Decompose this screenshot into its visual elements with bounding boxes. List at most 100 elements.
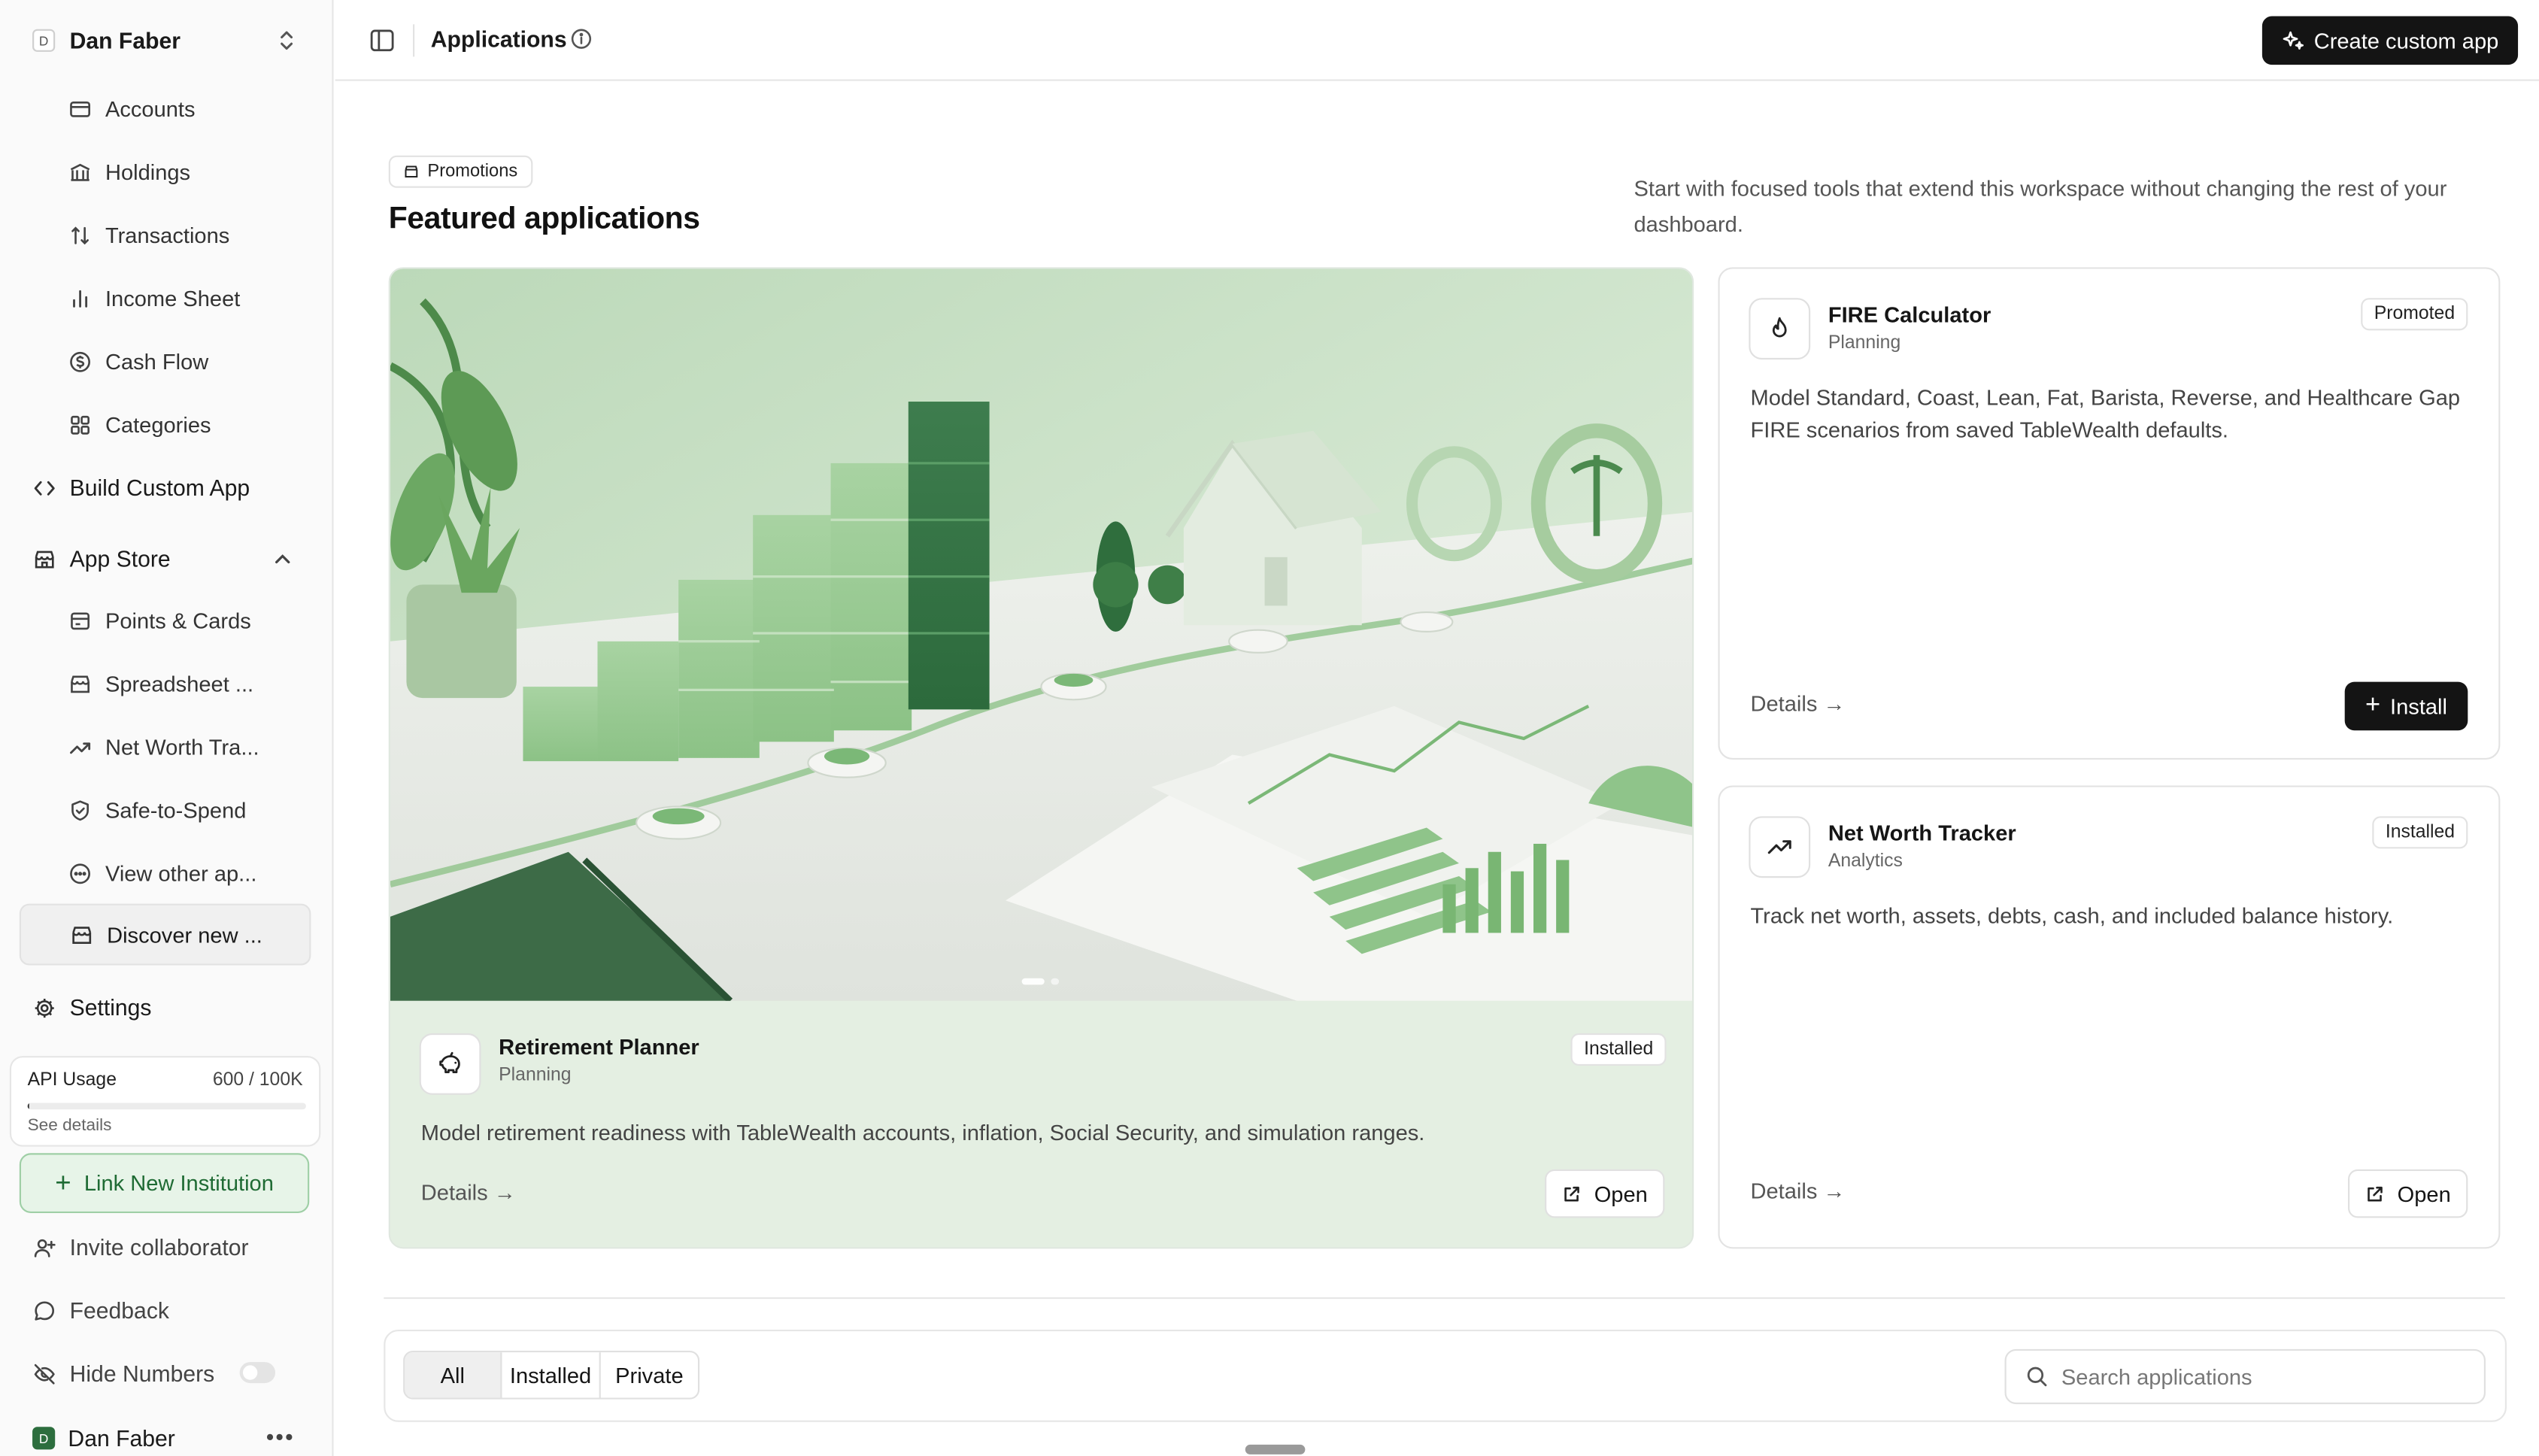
sidebar-item-points-cards[interactable]: Points & Cards (59, 596, 311, 645)
page-title: Applications (430, 26, 567, 52)
open-button-label: Open (2397, 1181, 2451, 1206)
filter-tab-installed[interactable]: Installed (502, 1352, 601, 1398)
trend-up-icon (1767, 840, 1791, 854)
dollar-circle-icon (70, 350, 91, 372)
top-header: Applications Create custom app (335, 0, 2539, 81)
app-category: Planning (1828, 333, 1901, 353)
search-box[interactable] (2004, 1348, 2486, 1405)
app-category: Analytics (1828, 851, 1903, 872)
app-card-fire-calculator[interactable]: FIRE Calculator Planning Promoted Model … (1718, 267, 2501, 760)
link-new-institution-button[interactable]: + Link New Institution (19, 1153, 310, 1213)
filter-segmented-control: All Installed Private (403, 1351, 700, 1400)
message-circle-icon (35, 1300, 55, 1320)
shield-check-icon (71, 799, 89, 821)
sidebar-item-label: Discover new ... (107, 922, 262, 947)
promotions-chip-label: Promotions (427, 162, 518, 182)
flame-icon (1772, 317, 1787, 338)
sidebar-item-transactions[interactable]: Transactions (59, 211, 311, 259)
search-input[interactable] (2061, 1364, 2467, 1389)
api-usage-card: API Usage 600 / 100K See details (9, 1056, 321, 1147)
sidebar-item-label: Safe-to-Spend (105, 797, 247, 822)
external-link-icon (2368, 1185, 2383, 1201)
external-link-icon (1565, 1185, 1580, 1201)
api-usage-title: API Usage (27, 1070, 117, 1090)
more-horizontal-icon[interactable]: ••• (266, 1424, 295, 1449)
sidebar-item-label: Feedback (69, 1297, 169, 1324)
sidebar-item-categories[interactable]: Categories (59, 400, 311, 449)
hero-illustration (390, 268, 1692, 1001)
app-description: Model Standard, Coast, Lean, Fat, Barist… (1750, 385, 2461, 441)
store-icon (72, 926, 92, 943)
sidebar-item-spreadsheet[interactable]: Spreadsheet ... (59, 659, 311, 708)
sidebar-toggle-icon[interactable] (368, 26, 397, 55)
details-link[interactable]: Details → (1751, 1179, 1846, 1203)
app-name: Net Worth Tracker (1828, 821, 2016, 846)
open-button-label: Open (1594, 1181, 1648, 1206)
credit-card-icon (70, 100, 91, 117)
sidebar-item-view-other-apps[interactable]: View other ap... (59, 848, 311, 897)
sidebar-item-label: Invite collaborator (69, 1233, 249, 1260)
status-badge: Installed (2372, 816, 2468, 849)
sidebar-item-discover-new[interactable]: Discover new ... (19, 903, 311, 966)
filter-tab-all[interactable]: All (405, 1352, 502, 1398)
scroll-handle[interactable] (1245, 1444, 1306, 1454)
app-name: Retirement Planner (499, 1035, 699, 1060)
store-icon (35, 550, 54, 568)
app-category: Planning (499, 1066, 572, 1085)
sidebar-item-label: Hide Numbers (69, 1360, 215, 1387)
create-custom-app-label: Create custom app (2313, 28, 2499, 53)
plus-icon: + (55, 1167, 71, 1199)
details-link[interactable]: Details → (1751, 692, 1846, 716)
install-button-label: Install (2390, 693, 2448, 719)
app-card-net-worth-tracker[interactable]: Net Worth Tracker Analytics Installed Tr… (1718, 785, 2501, 1249)
user-plus-icon (34, 1238, 56, 1257)
sidebar-item-holdings[interactable]: Holdings (59, 147, 311, 196)
sidebar-user-menu[interactable]: D Dan Faber ••• (20, 1414, 311, 1456)
open-button[interactable]: Open (2347, 1169, 2468, 1218)
sidebar-item-build-custom-app[interactable]: Build Custom App (20, 463, 311, 512)
grid-icon (71, 414, 89, 434)
carousel-indicator[interactable] (1021, 978, 1060, 985)
app-root: D Dan Faber Accounts Holdings Transactio… (0, 0, 2539, 1456)
sparkles-icon (2283, 31, 2304, 50)
workspace-switcher[interactable]: D Dan Faber (20, 17, 311, 65)
api-usage-count: 600 / 100K (212, 1070, 303, 1090)
chevron-up-icon (275, 554, 290, 564)
user-name: Dan Faber (68, 1425, 175, 1451)
section-description: Start with focused tools that extend thi… (1634, 176, 2447, 237)
featured-hero-card[interactable]: Retirement Planner Planning Installed Mo… (388, 267, 1694, 1249)
sidebar-item-income-sheet[interactable]: Income Sheet (59, 274, 311, 323)
app-filter-bar: All Installed Private (384, 1330, 2507, 1422)
api-usage-details-link[interactable]: See details (28, 1116, 112, 1136)
sidebar-item-cash-flow[interactable]: Cash Flow (59, 337, 311, 386)
trend-up-icon (70, 742, 91, 754)
workspace-name: Dan Faber (69, 27, 181, 54)
filter-tab-private[interactable]: Private (601, 1352, 698, 1397)
sidebar-item-label: Settings (69, 994, 152, 1021)
info-icon[interactable] (570, 28, 593, 50)
create-custom-app-button[interactable]: Create custom app (2261, 16, 2519, 65)
sidebar-item-settings[interactable]: Settings (20, 983, 311, 1032)
section-divider (384, 1297, 2505, 1300)
sidebar-item-invite-collaborator[interactable]: Invite collaborator (20, 1223, 311, 1272)
search-icon (2027, 1367, 2047, 1387)
details-link[interactable]: Details → (421, 1181, 516, 1205)
install-button[interactable]: + Install (2344, 681, 2468, 731)
sidebar-section-app-store[interactable]: App Store (20, 535, 311, 584)
sidebar-item-label: App Store (69, 545, 171, 572)
link-new-institution-label: Link New Institution (83, 1170, 274, 1196)
sidebar-item-label: Income Sheet (105, 286, 241, 311)
sidebar-item-feedback[interactable]: Feedback (20, 1286, 311, 1335)
sidebar-item-safe-to-spend[interactable]: Safe-to-Spend (59, 785, 311, 834)
sidebar-item-net-worth-tracker[interactable]: Net Worth Tra... (59, 722, 311, 771)
sidebar-item-label: Cash Flow (105, 349, 209, 374)
store-icon (71, 675, 89, 693)
sidebar-item-accounts[interactable]: Accounts (59, 84, 311, 133)
open-button[interactable]: Open (1545, 1169, 1665, 1218)
sidebar-item-label: Categories (105, 412, 211, 437)
hide-numbers-toggle[interactable] (239, 1362, 276, 1384)
sidebar-item-hide-numbers[interactable]: Hide Numbers (20, 1349, 311, 1398)
status-badge: Promoted (2361, 298, 2468, 331)
app-description: Model retirement readiness with TableWea… (420, 1121, 1425, 1145)
code-icon (34, 480, 55, 495)
